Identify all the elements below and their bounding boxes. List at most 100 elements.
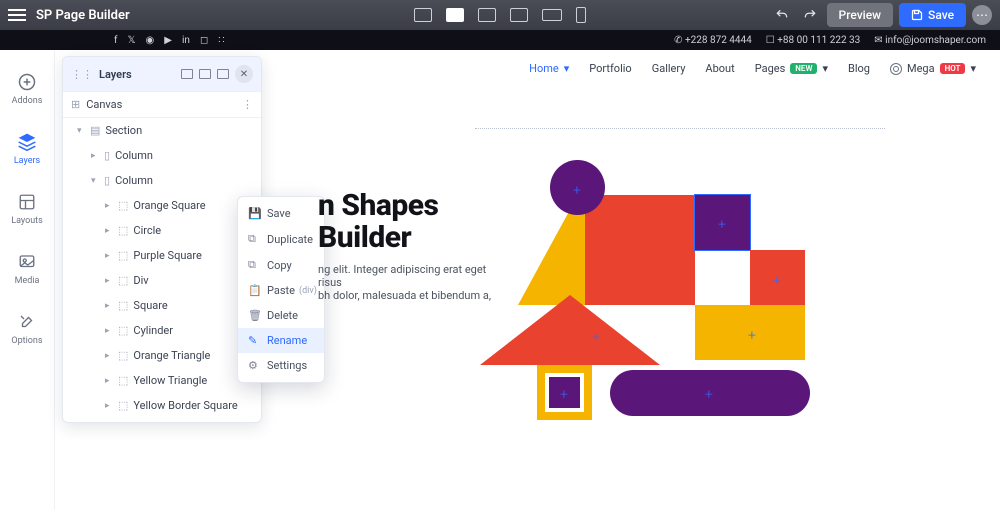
menu-mega[interactable]: MegaHOT▾ [890, 62, 976, 75]
shape-red-square[interactable] [750, 250, 805, 305]
device-desktop-2-icon[interactable] [446, 8, 464, 22]
social-icons: f 𝕏 ◉ ▶ in ◻ ∷ [114, 35, 225, 46]
shape-big-red[interactable] [585, 195, 695, 305]
dock-center-icon[interactable] [199, 69, 211, 79]
youtube-icon[interactable]: ▶ [164, 35, 172, 46]
chevron-down-icon: ▾ [91, 176, 99, 186]
preview-button[interactable]: Preview [827, 3, 894, 27]
plus-circle-icon [17, 72, 37, 92]
shape-purple-square[interactable] [695, 195, 750, 250]
layer-circle[interactable]: ▸⬚Circle [63, 218, 261, 243]
app-top-bar: SP Page Builder Preview Save ⋯ [0, 0, 1000, 30]
redo-icon[interactable] [799, 4, 821, 26]
ctx-duplicate[interactable]: ⧉Duplicate [238, 226, 324, 252]
dock-left-icon[interactable] [181, 69, 193, 79]
ctx-save[interactable]: 💾Save [238, 201, 324, 226]
layer-cylinder[interactable]: ▸⬚Cylinder [63, 318, 261, 343]
layer-purple-square[interactable]: ▸⬚Purple Square [63, 243, 261, 268]
chevron-down-icon: ▾ [564, 62, 570, 75]
more-menu-icon[interactable]: ⋯ [972, 5, 992, 25]
layer-section[interactable]: ▾ ▤ Section [63, 118, 261, 143]
save-button-label: Save [928, 8, 954, 22]
device-phone-landscape-icon[interactable] [542, 9, 562, 21]
context-menu: 💾Save ⧉Duplicate ⧉Copy 📋Paste(div) 🗑Dele… [237, 196, 325, 383]
hero-text: n ShapesBuilder ng elit. Integer adipisc… [318, 190, 508, 302]
menu-gallery[interactable]: Gallery [652, 62, 686, 75]
layer-square[interactable]: ▸⬚Square [63, 293, 261, 318]
shape-icon: ⬚ [118, 199, 128, 212]
layer-yellow-triangle[interactable]: ▸⬚Yellow Triangle [63, 368, 261, 393]
canvas-shapes[interactable]: + + + + + + + [500, 155, 820, 435]
linkedin-icon[interactable]: in [182, 35, 190, 46]
ctx-delete[interactable]: 🗑Delete [238, 303, 324, 328]
device-desktop-1-icon[interactable] [414, 8, 432, 22]
chevron-down-icon: ▾ [77, 126, 85, 136]
ctx-paste[interactable]: 📋Paste(div) [238, 278, 324, 303]
shape-circle[interactable] [550, 160, 605, 215]
layer-canvas[interactable]: ⊞Canvas ⋮ [63, 92, 261, 118]
menu-pages[interactable]: PagesNEW▾ [755, 62, 828, 75]
menu-portfolio[interactable]: Portfolio [589, 62, 631, 75]
pinterest-icon[interactable]: ◉ [146, 35, 155, 46]
site-info-bar: f 𝕏 ◉ ▶ in ◻ ∷ ✆ +228 872 4444 ☐ +88 00 … [0, 30, 1000, 50]
menu-home[interactable]: Home▾ [529, 62, 569, 75]
layer-column-1[interactable]: ▸ ▯ Column [63, 143, 261, 168]
phone-2: ☐ +88 00 111 222 33 [766, 35, 861, 46]
layer-div[interactable]: ▸⬚Div [63, 268, 261, 293]
device-tablet-portrait-icon[interactable] [510, 8, 528, 22]
tool-addons[interactable]: Addons [0, 66, 54, 112]
menu-blog[interactable]: Blog [848, 62, 870, 75]
tool-layers[interactable]: Layers [0, 126, 54, 172]
dock-right-icon[interactable] [217, 69, 229, 79]
tool-media[interactable]: Media [0, 246, 54, 292]
mega-icon [890, 63, 902, 75]
layer-column-2[interactable]: ▾ ▯ Column [63, 168, 261, 193]
ctx-settings[interactable]: ⚙Settings [238, 353, 324, 378]
ctx-rename[interactable]: ✎Rename [238, 328, 324, 353]
shape-red-triangle[interactable] [480, 295, 660, 365]
layers-icon [17, 132, 37, 152]
save-icon: 💾 [248, 207, 260, 220]
chevron-down-icon: ▾ [970, 62, 976, 75]
save-button[interactable]: Save [899, 3, 966, 27]
contact-email: ✉ info@joomshaper.com [874, 35, 986, 46]
chevron-right-icon: ▸ [91, 151, 99, 161]
duplicate-icon: ⧉ [248, 232, 260, 246]
column-icon: ▯ [104, 174, 110, 187]
trash-icon: 🗑 [248, 309, 260, 322]
flickr-icon[interactable]: ∷ [218, 35, 224, 46]
instagram-icon[interactable]: ◻ [200, 35, 208, 46]
pencil-icon: ✎ [248, 334, 260, 347]
kebab-icon[interactable]: ⋮ [242, 98, 253, 111]
shape-cylinder[interactable] [610, 370, 810, 416]
close-icon[interactable]: ✕ [235, 65, 253, 83]
undo-icon[interactable] [771, 4, 793, 26]
left-toolbar: Addons Layers Layouts Media Options [0, 50, 55, 510]
device-tablet-landscape-icon[interactable] [478, 8, 496, 22]
twitter-icon[interactable]: 𝕏 [127, 35, 135, 46]
chevron-down-icon: ▾ [822, 62, 828, 75]
menu-about[interactable]: About [705, 62, 734, 75]
layer-orange-square[interactable]: ▸⬚Orange Square [63, 193, 261, 218]
menu-icon[interactable] [8, 9, 26, 21]
device-preview-bar [414, 7, 586, 23]
tools-icon [17, 312, 37, 332]
facebook-icon[interactable]: f [114, 35, 117, 46]
shape-yellow-border-square[interactable] [537, 365, 592, 420]
tool-options[interactable]: Options [0, 306, 54, 352]
media-icon [17, 252, 37, 272]
column-icon: ▯ [104, 149, 110, 162]
canvas-icon: ⊞ [71, 98, 80, 111]
shape-icon: ⬚ [118, 249, 128, 262]
layer-yellow-border-square[interactable]: ▸⬚Yellow Border Square [63, 393, 261, 422]
shape-icon: ⬚ [118, 349, 128, 362]
device-phone-portrait-icon[interactable] [576, 7, 586, 23]
section-divider [475, 128, 885, 129]
layers-panel-header[interactable]: ⋮⋮ Layers ✕ [63, 57, 261, 92]
shape-orange-square[interactable] [695, 305, 805, 360]
shape-icon: ⬚ [118, 274, 128, 287]
drag-handle-icon[interactable]: ⋮⋮ [71, 68, 93, 81]
tool-layouts[interactable]: Layouts [0, 186, 54, 232]
ctx-copy[interactable]: ⧉Copy [238, 252, 324, 278]
layer-orange-triangle[interactable]: ▸⬚Orange Triangle [63, 343, 261, 368]
